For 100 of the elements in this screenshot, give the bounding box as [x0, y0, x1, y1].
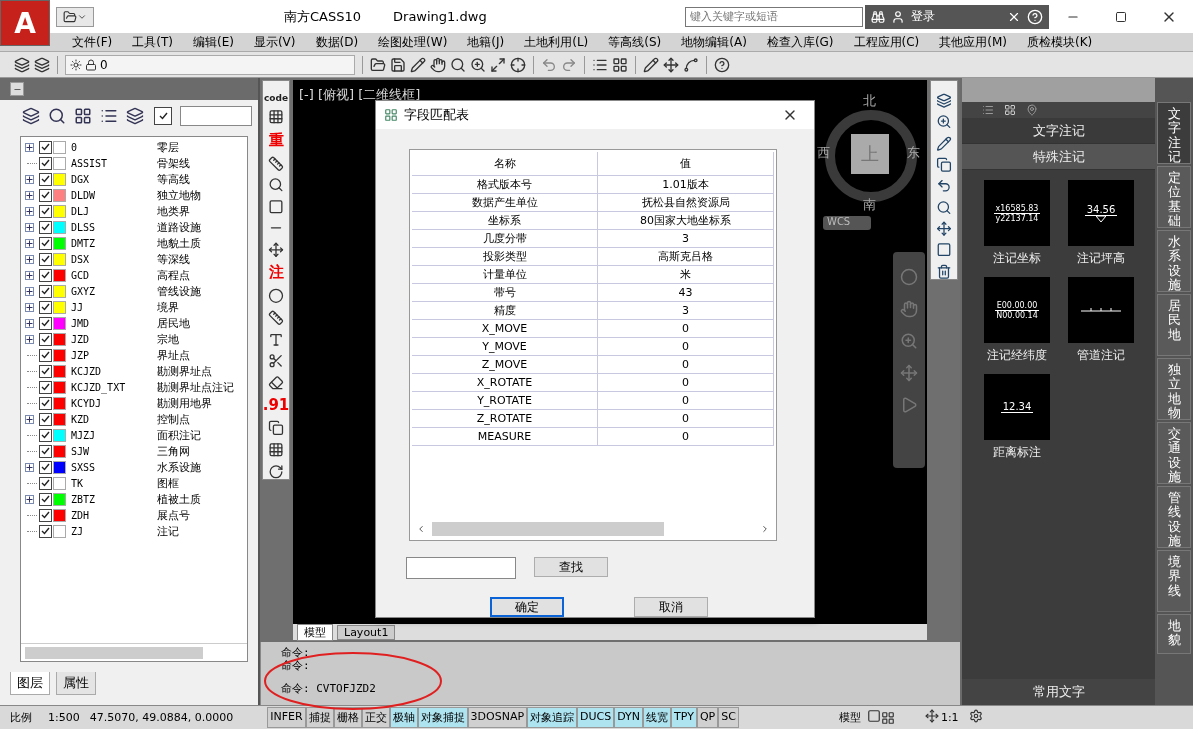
- menu-item[interactable]: 质检模块(K): [1017, 33, 1103, 51]
- layer-checkbox[interactable]: [39, 220, 52, 234]
- tool-icon[interactable]: [936, 242, 952, 258]
- layer-checkbox[interactable]: [39, 204, 52, 218]
- grid-icon[interactable]: [612, 56, 628, 73]
- status-toggle[interactable]: QP: [696, 707, 719, 728]
- ucs-dropdown[interactable]: WCS: [823, 216, 871, 230]
- expand-icon[interactable]: [25, 462, 34, 472]
- tool-icon[interactable]: [936, 93, 952, 109]
- layer-checkbox[interactable]: [39, 508, 52, 522]
- layer-tool-icon[interactable]: [74, 107, 92, 125]
- tool-icon[interactable]: [268, 441, 284, 458]
- model-label[interactable]: 模型: [838, 710, 861, 725]
- layout-icon[interactable]: [866, 709, 881, 723]
- find-field[interactable]: [406, 557, 516, 579]
- layer-checkbox[interactable]: [39, 444, 52, 458]
- palette-tab[interactable]: 管线设施: [1157, 486, 1191, 548]
- layers-icon[interactable]: [14, 56, 30, 73]
- sun-icon[interactable]: [70, 58, 82, 71]
- tool-icon[interactable]: [268, 374, 284, 391]
- tool-glyph[interactable]: .91: [262, 396, 290, 415]
- tool-icon[interactable]: [268, 331, 284, 348]
- menu-item[interactable]: 其他应用(M): [929, 33, 1017, 51]
- undo-icon[interactable]: [541, 56, 557, 73]
- layer-checkbox[interactable]: [39, 476, 52, 490]
- expand-icon[interactable]: [25, 206, 34, 216]
- pencil-icon[interactable]: [410, 56, 426, 73]
- layer-checkbox[interactable]: [39, 284, 52, 298]
- cancel-button[interactable]: 取消: [634, 597, 708, 617]
- layer-checkbox[interactable]: [39, 348, 52, 362]
- annotation-thumbnail[interactable]: 34.56: [1068, 180, 1134, 246]
- tool-icon[interactable]: [268, 241, 284, 258]
- tool-icon[interactable]: [936, 157, 952, 173]
- status-toggle[interactable]: TPY: [671, 707, 697, 728]
- expand-icon[interactable]: [25, 334, 34, 344]
- check-all-icon[interactable]: [154, 107, 172, 125]
- layer-checkbox[interactable]: [39, 268, 52, 282]
- menu-item[interactable]: 文件(F): [62, 33, 123, 51]
- quick-access-button[interactable]: [56, 6, 94, 27]
- tool-icon[interactable]: [936, 135, 952, 151]
- grid-view-icon[interactable]: [1004, 104, 1016, 116]
- layer-tool-icon[interactable]: [100, 107, 118, 125]
- scroll-right-icon[interactable]: [760, 524, 770, 534]
- layer-checkbox[interactable]: [39, 252, 52, 266]
- palette-tab[interactable]: 地貌: [1157, 614, 1191, 654]
- tool-icon[interactable]: [268, 177, 284, 193]
- palette-tab[interactable]: 水系设施: [1157, 230, 1191, 292]
- palette-tab[interactable]: 居民地: [1157, 294, 1191, 356]
- tool-icon[interactable]: [268, 155, 284, 172]
- menu-item[interactable]: 编辑(E): [182, 33, 244, 51]
- expand-icon[interactable]: [25, 494, 34, 504]
- settings-icon[interactable]: [968, 709, 983, 723]
- expand-icon[interactable]: [25, 222, 34, 232]
- layout-tab[interactable]: Layout1: [337, 624, 396, 640]
- ok-button[interactable]: 确定: [490, 597, 564, 617]
- layer-tool-icon[interactable]: [48, 107, 66, 125]
- tool-glyph[interactable]: 注: [268, 263, 284, 283]
- scroll-left-icon[interactable]: [416, 524, 426, 534]
- layer-checkbox[interactable]: [39, 188, 52, 202]
- layer-dropdown[interactable]: 0: [65, 54, 355, 75]
- tool-glyph[interactable]: 重: [268, 130, 284, 150]
- list-view-icon[interactable]: [982, 104, 994, 116]
- horizontal-scrollbar[interactable]: [21, 643, 247, 661]
- expand-icon[interactable]: [25, 238, 34, 248]
- annotation-thumbnail[interactable]: x16585.83 y22137.14: [984, 180, 1050, 246]
- brush-icon[interactable]: [643, 56, 659, 73]
- pan-icon[interactable]: [430, 56, 446, 73]
- tool-icon[interactable]: [268, 463, 284, 480]
- layer-checkbox[interactable]: [39, 524, 52, 538]
- menu-item[interactable]: 检查入库(G): [756, 33, 844, 51]
- search-icon[interactable]: [450, 56, 466, 73]
- move-icon[interactable]: [663, 56, 679, 73]
- tool-icon[interactable]: [936, 199, 952, 215]
- maximize-icon[interactable]: [1115, 10, 1127, 23]
- palette-section[interactable]: 特殊注记: [962, 144, 1155, 170]
- expand-icon[interactable]: [25, 254, 34, 264]
- expand-icon[interactable]: [25, 270, 34, 280]
- expand-icon[interactable]: [25, 286, 34, 296]
- layer-checkbox[interactable]: [39, 236, 52, 250]
- palette-tab[interactable]: 定位基础: [1157, 166, 1191, 228]
- pin-icon[interactable]: [1026, 104, 1038, 116]
- layer-tool-icon[interactable]: [126, 107, 144, 125]
- annotation-thumbnail[interactable]: E00.00.00 N00.00.14: [984, 277, 1050, 343]
- menu-item[interactable]: 绘图处理(W): [368, 33, 458, 51]
- menu-item[interactable]: 土地利用(L): [514, 33, 599, 51]
- panel-tab[interactable]: 属性: [56, 672, 96, 695]
- tool-icon[interactable]: [268, 353, 284, 369]
- save-icon[interactable]: [390, 56, 406, 73]
- expand-icon[interactable]: [25, 414, 34, 424]
- tool-icon[interactable]: [936, 114, 952, 130]
- status-toggle[interactable]: DYN: [614, 707, 644, 728]
- viewport-label[interactable]: [-] [俯视] [二维线框]: [299, 86, 421, 104]
- expand-icon[interactable]: [25, 318, 34, 328]
- tool-glyph[interactable]: code: [263, 93, 289, 103]
- menu-item[interactable]: 显示(V): [243, 33, 306, 51]
- tool-icon[interactable]: [268, 109, 284, 125]
- expand-icon[interactable]: [25, 190, 34, 200]
- expand-icon[interactable]: [25, 174, 34, 184]
- palette-tab[interactable]: 文字注记: [1157, 102, 1191, 164]
- redo-icon[interactable]: [561, 56, 577, 73]
